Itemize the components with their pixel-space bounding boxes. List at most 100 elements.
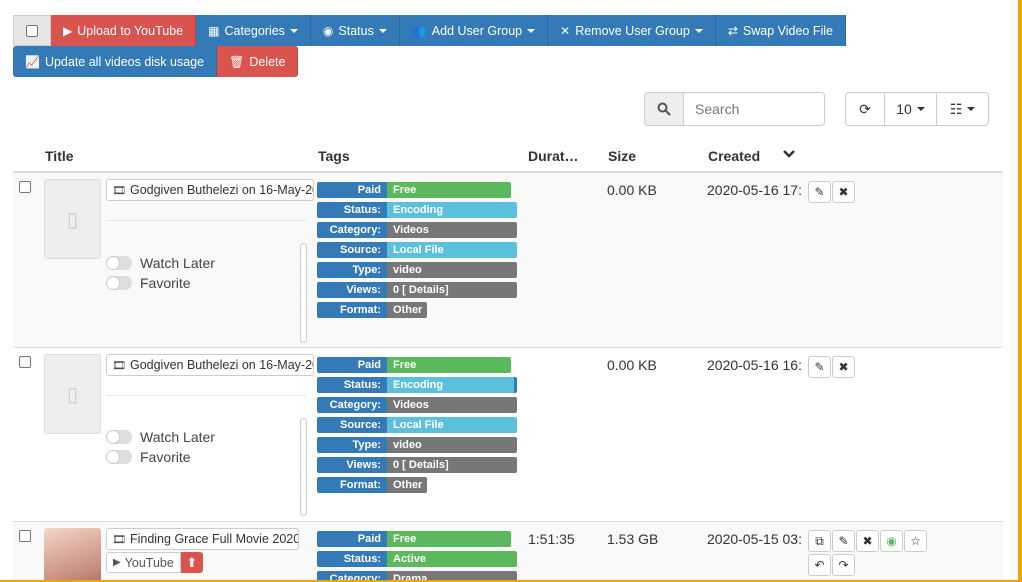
col-duration[interactable]: Durat…	[528, 148, 579, 164]
delete-row-button[interactable]: ✖	[832, 181, 855, 203]
search-input[interactable]	[684, 92, 825, 126]
chevron-down-icon	[527, 28, 536, 33]
row-actions: ✎ ✖	[808, 356, 856, 378]
video-thumbnail[interactable]	[44, 528, 101, 582]
col-tags[interactable]: Tags	[318, 148, 350, 164]
trash-icon: 🗑	[229, 54, 245, 69]
col-created[interactable]: Created	[708, 148, 760, 164]
switch[interactable]	[106, 256, 132, 270]
update-disk-usage-button[interactable]: 📈 Update all videos disk usage	[13, 46, 218, 77]
search-icon	[644, 92, 684, 126]
row-checkbox[interactable]	[19, 530, 31, 542]
redo-icon: ↷	[838, 558, 849, 572]
copy-button[interactable]: ⧉	[808, 530, 831, 552]
duration-value: 1:51:35	[528, 531, 575, 547]
favorite-toggle[interactable]: Favorite	[106, 275, 191, 291]
tag-paid: Paid Content:Free	[317, 357, 519, 387]
col-size[interactable]: Size	[608, 148, 636, 164]
edit-button[interactable]: ✎	[832, 530, 855, 552]
list-icon: ☷	[949, 100, 963, 117]
tag-value: Other	[387, 477, 427, 493]
tag-value: Videos	[387, 397, 517, 413]
switch[interactable]	[106, 450, 132, 464]
remove-user-group-button[interactable]: ✕ Remove User Group	[548, 15, 716, 46]
add-user-group-button[interactable]: 👥 Add User Group	[399, 15, 549, 46]
table-header: Title Tags Durat… Size Created	[13, 144, 1003, 173]
remove-user-group-label: Remove User Group	[575, 23, 690, 38]
columns-dropdown[interactable]: ☷	[937, 92, 989, 126]
update-disk-usage-label: Update all videos disk usage	[44, 54, 205, 69]
row-actions: ✎ ✖	[808, 181, 856, 203]
categories-button[interactable]: ▦ Categories	[196, 15, 311, 46]
video-title-field[interactable]: 🎞 Godgiven Buthelezi on 16-May-20	[106, 354, 314, 376]
table-row: ▯ 🎞 Godgiven Buthelezi on 16-May-20 Watch…	[13, 173, 1003, 348]
youtube-upload-button[interactable]: ⬆	[180, 552, 203, 573]
delete-row-button[interactable]: ✖	[856, 530, 879, 552]
film-icon: 🎞	[112, 359, 126, 372]
video-title-field[interactable]: 🎞 Godgiven Buthelezi on 16-May-20	[106, 179, 314, 201]
switch[interactable]	[106, 276, 132, 290]
switch[interactable]	[106, 430, 132, 444]
redo-button[interactable]: ↷	[832, 554, 855, 576]
scrollbar[interactable]	[300, 243, 307, 343]
close-icon: ✖	[838, 360, 849, 374]
swap-video-file-button[interactable]: ⇄ Swap Video File	[715, 15, 846, 46]
delete-button[interactable]: 🗑 Delete	[217, 46, 299, 77]
tag-value: video	[387, 262, 517, 278]
tag-views[interactable]: Views: 0 [ Details]	[317, 282, 519, 298]
star-button[interactable]: ☆	[904, 530, 927, 552]
tag-key: Source:	[317, 242, 387, 258]
tag-value: Encoding	[387, 377, 517, 393]
refresh-button[interactable]: ⟳	[845, 92, 885, 126]
video-thumbnail[interactable]: ▯	[44, 354, 101, 434]
scrollbar[interactable]	[300, 418, 307, 516]
favorite-toggle[interactable]: Favorite	[106, 449, 191, 465]
tag-type: Type: video	[317, 437, 519, 453]
edit-icon: ✎	[838, 534, 849, 548]
edit-button[interactable]: ✎	[808, 356, 831, 378]
video-title: Godgiven Buthelezi on 16-May-20	[129, 183, 314, 197]
youtube-button[interactable]: ▶ YouTube	[106, 552, 181, 573]
row-checkbox[interactable]	[19, 181, 31, 193]
created-value: 2020-05-15 03:	[707, 531, 802, 547]
tag-value: 0 [ Details]	[387, 457, 517, 473]
delete-row-button[interactable]: ✖	[832, 356, 855, 378]
tag-key: Paid Content:	[317, 531, 387, 561]
watch-later-toggle[interactable]: Watch Later	[106, 255, 215, 271]
size-value: 1.53 GB	[607, 531, 659, 547]
video-title-field[interactable]: 🎞 Finding Grace Full Movie 2020	[106, 528, 299, 550]
upload-youtube-button[interactable]: ▶ Upload to YouTube	[51, 15, 197, 46]
add-user-group-label: Add User Group	[431, 23, 523, 38]
tag-key: Status:	[317, 551, 387, 567]
sort-desc-icon[interactable]	[783, 146, 795, 162]
row-actions: ⧉ ✎ ✖ ◉ ☆ ↶ ↷	[808, 530, 933, 576]
tag-key: Category:	[317, 222, 387, 238]
favorite-label: Favorite	[140, 449, 191, 465]
tags-list: Paid Content:Free Status:Encoding Catego…	[317, 357, 519, 497]
tag-value: Free	[387, 357, 511, 373]
watch-later-toggle[interactable]: Watch Later	[106, 429, 215, 445]
tag-views[interactable]: Views: 0 [ Details]	[317, 457, 519, 473]
tag-value: video	[387, 437, 517, 453]
tag-value: Free	[387, 531, 511, 547]
status-button[interactable]: ◉ Status	[310, 15, 400, 46]
select-all-checkbox[interactable]	[13, 15, 51, 46]
tag-key: Paid Content:	[317, 357, 387, 387]
tag-key: Status:	[317, 377, 387, 393]
row-checkbox[interactable]	[19, 356, 31, 368]
visibility-button[interactable]: ◉	[880, 530, 903, 552]
tag-key: Source:	[317, 417, 387, 433]
tag-key: Category:	[317, 397, 387, 413]
tag-status: Status: Active	[317, 551, 519, 567]
edit-button[interactable]: ✎	[808, 181, 831, 203]
video-thumbnail[interactable]: ▯	[44, 179, 101, 259]
page-size-dropdown[interactable]: 10	[885, 92, 937, 126]
tag-key: Views:	[317, 457, 387, 473]
youtube-group: ▶ YouTube ⬆	[106, 552, 203, 573]
shuffle-icon: ⇄	[727, 23, 738, 38]
tag-value: Free	[387, 182, 511, 198]
tag-paid: Paid Content:Free	[317, 182, 519, 212]
undo-button[interactable]: ↶	[808, 554, 831, 576]
col-title[interactable]: Title	[45, 148, 74, 164]
toolbar-row-1: ▶ Upload to YouTube ▦ Categories ◉ Statu…	[13, 15, 846, 46]
